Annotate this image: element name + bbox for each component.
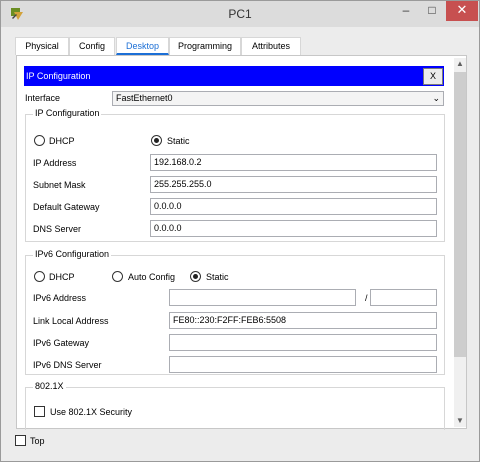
ipv6-gateway-input[interactable] [169,334,437,351]
ipv6-static-label: Static [206,272,229,282]
ipv6-dhcp-radio[interactable] [34,271,45,282]
subnet-mask-label: Subnet Mask [33,180,86,190]
ip-configuration-header: IP Configuration [24,66,444,86]
close-window-button[interactable]: ✕ [446,1,478,21]
scroll-down-arrow-icon[interactable]: ▼ [454,415,466,427]
prefix-separator: / [365,293,368,303]
default-gateway-label: Default Gateway [33,202,100,212]
tab-programming[interactable]: Programming [169,37,241,55]
top-label: Top [30,436,45,446]
vertical-scrollbar[interactable]: ▲ ▼ [454,58,466,427]
ipv6-gateway-label: IPv6 Gateway [33,338,90,348]
ipv6-address-label: IPv6 Address [33,293,87,303]
dot1x-group-title: 802.1X [33,381,66,391]
link-local-address-label: Link Local Address [33,316,109,326]
tab-config[interactable]: Config [69,37,115,55]
scrollbar-thumb[interactable] [454,72,466,357]
maximize-button[interactable]: □ [420,1,444,21]
dot1x-group: 802.1X Use 802.1X Security [25,381,445,430]
close-ip-config-button[interactable]: X [423,68,443,85]
ipv4-static-label: Static [167,136,190,146]
ipv4-config-group: IP Configuration DHCP Static IP Address … [25,108,445,242]
dns-server-label: DNS Server [33,224,82,234]
ipv6-config-group: IPv6 Configuration DHCP Auto Config Stat… [25,249,445,375]
use-8021x-label: Use 802.1X Security [50,407,133,417]
subnet-mask-input[interactable]: 255.255.255.0 [150,176,437,193]
minimize-button[interactable]: – [394,1,418,21]
desktop-panel: IP Configuration X Interface FastEtherne… [16,55,467,430]
pc1-window: PC1 – □ ✕ Physical Config Desktop Progra… [0,0,480,462]
ipv6-auto-config-radio[interactable] [112,271,123,282]
ipv4-static-radio[interactable] [151,135,162,146]
top-checkbox[interactable] [15,435,26,446]
ipv6-static-radio[interactable] [190,271,201,282]
ipv6-dns-server-input[interactable] [169,356,437,373]
ipv6-address-input[interactable] [169,289,356,306]
ipv4-dhcp-label: DHCP [49,136,75,146]
ip-address-input[interactable]: 192.168.0.2 [150,154,437,171]
ip-address-label: IP Address [33,158,77,168]
interface-select[interactable]: FastEthernet0 ⌄ [112,91,444,106]
link-local-address-input[interactable]: FE80::230:F2FF:FEB6:5508 [169,312,437,329]
ipv6-auto-config-label: Auto Config [128,272,176,282]
chevron-down-icon: ⌄ [432,93,440,103]
dns-server-input[interactable]: 0.0.0.0 [150,220,437,237]
title-bar: PC1 – □ ✕ [1,1,479,27]
scroll-up-arrow-icon[interactable]: ▲ [454,58,466,70]
tab-attributes[interactable]: Attributes [241,37,301,55]
ipv6-group-title: IPv6 Configuration [33,249,112,259]
default-gateway-input[interactable]: 0.0.0.0 [150,198,437,215]
interface-label: Interface [25,93,61,103]
interface-select-value: FastEthernet0 [116,93,173,103]
use-8021x-checkbox[interactable] [34,406,45,417]
tab-physical[interactable]: Physical [15,37,69,55]
ipv4-group-title: IP Configuration [33,108,102,118]
ipv6-dns-server-label: IPv6 DNS Server [33,360,102,370]
ipv6-dhcp-label: DHCP [49,272,75,282]
ipv6-prefix-input[interactable] [370,289,437,306]
ipv4-dhcp-radio[interactable] [34,135,45,146]
tab-desktop[interactable]: Desktop [116,37,169,55]
